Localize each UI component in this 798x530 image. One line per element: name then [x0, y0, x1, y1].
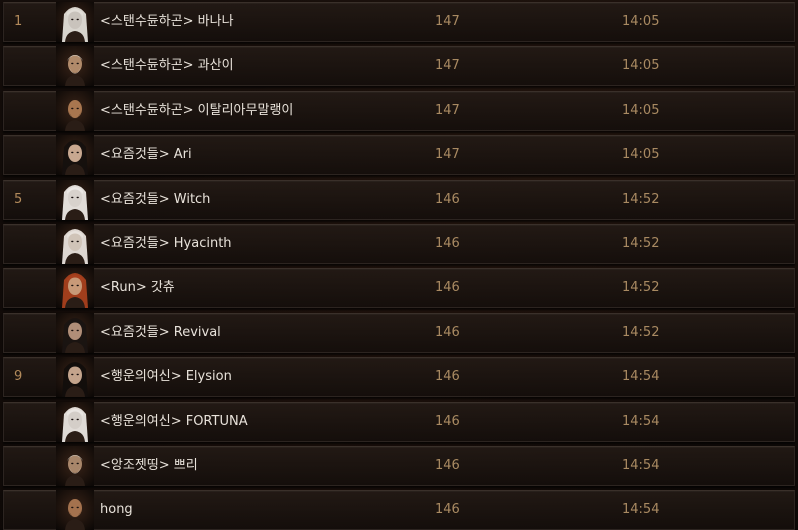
- clear-time: 14:52: [622, 236, 660, 251]
- clear-time: 14:52: [622, 192, 660, 207]
- clear-time: 14:05: [622, 147, 660, 162]
- player-name[interactable]: <스탠수듄하곤> 바나나: [100, 3, 234, 41]
- rift-level: 147: [435, 103, 460, 118]
- leaderboard-row[interactable]: <스탠수듄하곤> 과산이 147 14:05: [3, 46, 795, 86]
- player-name[interactable]: <요즘것들> Hyacinth: [100, 225, 232, 263]
- leaderboard-row[interactable]: <스탠수듄하곤> 이탈리아무말랭이 147 14:05: [3, 91, 795, 131]
- clear-time: 14:52: [622, 280, 660, 295]
- clear-time: 14:05: [622, 14, 660, 29]
- player-name[interactable]: <요즘것들> Ari: [100, 136, 192, 174]
- clear-time: 14:05: [622, 58, 660, 73]
- player-name[interactable]: <스탠수듄하곤> 과산이: [100, 47, 234, 85]
- clear-time: 14:05: [622, 103, 660, 118]
- rift-level: 146: [435, 414, 460, 429]
- player-name[interactable]: <요즘것들> Revival: [100, 314, 221, 352]
- leaderboard-row[interactable]: 1 <스탠수듄하곤> 바나나 147 14:05: [3, 2, 795, 42]
- clear-time: 14:54: [622, 458, 660, 473]
- rift-level: 146: [435, 192, 460, 207]
- monk-bald-man-portrait-icon[interactable]: [56, 91, 94, 131]
- leaderboard-row[interactable]: <행운의여신> FORTUNA 146 14:54: [3, 402, 795, 442]
- clear-time: 14:54: [622, 502, 660, 517]
- rift-level: 147: [435, 147, 460, 162]
- leaderboard-row[interactable]: 5 <요즘것들> Witch 146 14:52: [3, 180, 795, 220]
- crusader-white-hair-portrait-icon[interactable]: [56, 224, 94, 264]
- demon-hunter-dark-hair-portrait-icon[interactable]: [56, 357, 94, 397]
- leaderboard-row[interactable]: <Run> 갓츄 146 14:52: [3, 268, 795, 308]
- clear-time: 14:54: [622, 414, 660, 429]
- demon-hunter-dark-hair-portrait-icon[interactable]: [56, 313, 94, 353]
- rift-level: 147: [435, 58, 460, 73]
- leaderboard-row[interactable]: <요즘것들> Hyacinth 146 14:52: [3, 224, 795, 264]
- witch-doctor-white-hair-portrait-icon[interactable]: [56, 2, 94, 42]
- rift-level: 146: [435, 502, 460, 517]
- necromancer-white-hair-portrait-icon[interactable]: [56, 402, 94, 442]
- rift-level: 146: [435, 458, 460, 473]
- leaderboard-row[interactable]: 9 <행운의여신> Elysion 146 14:54: [3, 357, 795, 397]
- monk-bald-man-portrait-icon[interactable]: [56, 490, 94, 530]
- rift-level: 146: [435, 369, 460, 384]
- rank-number: 5: [14, 192, 23, 207]
- leaderboard-row[interactable]: <요즘것들> Revival 146 14:52: [3, 313, 795, 353]
- rift-level: 146: [435, 325, 460, 340]
- wizard-red-hair-portrait-icon[interactable]: [56, 268, 94, 308]
- player-name[interactable]: <Run> 갓츄: [100, 269, 175, 307]
- demon-hunter-dark-hair-portrait-icon[interactable]: [56, 135, 94, 175]
- player-name[interactable]: <행운의여신> Elysion: [100, 358, 232, 396]
- clear-time: 14:52: [622, 325, 660, 340]
- barbarian-old-man-portrait-icon[interactable]: [56, 46, 94, 86]
- rift-level: 147: [435, 14, 460, 29]
- player-name[interactable]: hong: [100, 491, 133, 529]
- player-name[interactable]: <요즘것들> Witch: [100, 181, 210, 219]
- leaderboard-row[interactable]: <요즘것들> Ari 147 14:05: [3, 135, 795, 175]
- player-name[interactable]: <앙조젯띵> 쁘리: [100, 447, 198, 485]
- rank-number: 1: [14, 14, 23, 29]
- barbarian-old-man-portrait-icon[interactable]: [56, 446, 94, 486]
- necromancer-white-hair-portrait-icon[interactable]: [56, 180, 94, 220]
- player-name[interactable]: <행운의여신> FORTUNA: [100, 403, 248, 441]
- rank-number: 9: [14, 369, 23, 384]
- leaderboard-row[interactable]: <앙조젯띵> 쁘리 146 14:54: [3, 446, 795, 486]
- rift-level: 146: [435, 236, 460, 251]
- leaderboard-row[interactable]: hong 146 14:54: [3, 490, 795, 530]
- clear-time: 14:54: [622, 369, 660, 384]
- leaderboard-panel: 1 <스탠수듄하곤> 바나나 147 14:05 <스탠수듄하곤> 과산이 14…: [0, 0, 798, 530]
- player-name[interactable]: <스탠수듄하곤> 이탈리아무말랭이: [100, 92, 293, 130]
- rift-level: 146: [435, 280, 460, 295]
